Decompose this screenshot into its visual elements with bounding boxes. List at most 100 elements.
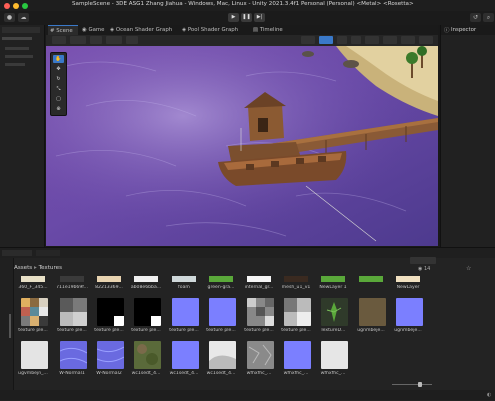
asset-thumbnail[interactable] (284, 341, 311, 369)
asset-thumbnail[interactable] (60, 298, 87, 326)
asset-label: ugvmbejn_... (18, 371, 48, 376)
pause-button[interactable]: ❚❚ (241, 13, 252, 22)
inspector-panel: ⓘ Inspector (440, 25, 495, 247)
asset-label: ugnmbeje... (357, 328, 385, 333)
cloud-icon[interactable]: ☁ (18, 13, 29, 22)
asset-thumbnail[interactable] (247, 298, 274, 326)
asset-thumbnail[interactable] (209, 276, 233, 282)
favorite-star-icon[interactable]: ☆ (466, 265, 471, 272)
inspector-title: Inspector (451, 27, 477, 33)
scale-tool-icon[interactable]: ⤡ (53, 85, 64, 93)
move-tool-icon[interactable]: ✥ (53, 65, 64, 73)
asset-thumbnail[interactable] (247, 341, 274, 369)
tab-project[interactable] (2, 250, 32, 256)
project-folder-tree (0, 258, 14, 400)
audio-toggle[interactable] (351, 36, 361, 44)
asset-thumbnail[interactable] (359, 298, 386, 326)
hand-tool-dropdown[interactable] (52, 36, 66, 44)
asset-thumbnail[interactable] (359, 276, 383, 282)
asset-thumbnail[interactable] (321, 276, 345, 282)
inspector-tab[interactable]: ⓘ Inspector (441, 25, 495, 35)
hierarchy-search-input[interactable] (2, 37, 32, 40)
grid-snap-button[interactable] (90, 36, 102, 44)
tab-game[interactable]: ◉ Game (80, 25, 105, 35)
main-toolbar: ● ☁ ▶ ❚❚ ▶| ↺ ⌕ (0, 11, 495, 25)
asset-thumbnail[interactable] (209, 341, 236, 369)
eye-icon: ◉ (418, 266, 423, 272)
asset-thumbnail[interactable] (60, 276, 84, 282)
asset-thumbnail[interactable] (172, 298, 199, 326)
history-icon[interactable]: ↺ (470, 13, 481, 22)
asset-thumbnail[interactable] (21, 341, 48, 369)
asset-label: texture ple... (57, 328, 87, 333)
thumbnail-size-slider[interactable] (392, 384, 432, 385)
asset-thumbnail[interactable] (134, 298, 161, 326)
hierarchy-item[interactable] (5, 47, 29, 50)
asset-thumbnail[interactable] (321, 298, 348, 326)
info-icon: ⓘ (444, 28, 450, 34)
tab-pool-shader-graph[interactable]: ◈ Pool Shader Graph (180, 25, 238, 35)
hidden-objects-toggle[interactable] (383, 36, 397, 44)
asset-thumbnail[interactable] (134, 276, 158, 282)
project-search-input[interactable] (410, 257, 436, 264)
gamepad-icon: ◉ (82, 27, 87, 33)
breadcrumb-item[interactable]: Assets (14, 265, 32, 271)
breadcrumb-item[interactable]: Textures (39, 265, 62, 271)
asset-thumbnail[interactable] (209, 298, 236, 326)
hand-tool-icon[interactable]: ✋ (53, 55, 64, 63)
scene-viewport[interactable] (46, 46, 438, 246)
asset-thumbnail[interactable] (284, 298, 311, 326)
asset-label: texture ple... (94, 328, 124, 333)
effects-dropdown[interactable] (365, 36, 379, 44)
rotate-tool-icon[interactable]: ↻ (53, 75, 64, 83)
breadcrumb-separator-icon: ▸ (34, 265, 37, 271)
pivot-dropdown[interactable] (70, 36, 86, 44)
asset-label: wc1sedt_4... (131, 371, 161, 376)
close-window-icon[interactable] (4, 3, 10, 9)
asset-thumbnail[interactable] (97, 276, 121, 282)
account-icon[interactable]: ● (4, 13, 15, 22)
asset-label: texture ple... (244, 328, 274, 333)
camera-settings-dropdown[interactable] (401, 36, 415, 44)
tab-ocean-shader-graph[interactable]: ◈ Ocean Shader Graph (108, 25, 172, 35)
zoom-window-icon[interactable] (22, 3, 28, 9)
hierarchy-item[interactable] (5, 63, 25, 66)
folder-tree-scrollbar[interactable] (9, 314, 11, 338)
asset-thumbnail[interactable] (134, 341, 161, 369)
transform-dropdown[interactable] (126, 36, 138, 44)
minimize-window-icon[interactable] (13, 3, 19, 9)
play-button[interactable]: ▶ (228, 13, 239, 22)
grid-icon: # (50, 28, 55, 34)
asset-thumbnail[interactable] (396, 276, 420, 282)
tab-console[interactable] (36, 250, 60, 256)
rect-tool-icon[interactable]: ▢ (53, 95, 64, 103)
asset-thumbnail[interactable] (97, 341, 124, 369)
2d-toggle-button[interactable] (319, 36, 333, 44)
search-icon[interactable]: ⌕ (483, 13, 494, 22)
asset-thumbnail[interactable] (21, 298, 48, 326)
tab-timeline[interactable]: ▤ Timeline (251, 25, 283, 35)
snap-increment-dropdown[interactable] (106, 36, 122, 44)
asset-thumbnail[interactable] (21, 276, 45, 282)
draw-mode-dropdown[interactable] (301, 36, 315, 44)
tab-label: Game (88, 27, 105, 33)
transform-tool-icon[interactable]: ⊕ (53, 105, 64, 113)
hierarchy-item[interactable] (5, 55, 33, 58)
asset-thumbnail[interactable] (284, 276, 308, 282)
asset-label: wc1sedt_4... (206, 371, 236, 376)
hierarchy-panel (0, 25, 45, 247)
gizmos-dropdown[interactable] (419, 36, 433, 44)
tab-label: Timeline (259, 27, 283, 33)
asset-thumbnail[interactable] (97, 298, 124, 326)
asset-thumbnail[interactable] (396, 298, 423, 326)
asset-thumbnail[interactable] (247, 276, 271, 282)
asset-thumbnail[interactable] (321, 341, 348, 369)
lighting-icon: ◐ (487, 392, 492, 398)
asset-thumbnail[interactable] (172, 341, 199, 369)
asset-thumbnail[interactable] (60, 341, 87, 369)
asset-label: mesh_u1_v1 (281, 285, 311, 290)
asset-thumbnail[interactable] (172, 276, 196, 282)
lighting-toggle[interactable] (337, 36, 347, 44)
slider-handle[interactable] (418, 382, 422, 387)
step-button[interactable]: ▶| (254, 13, 265, 22)
